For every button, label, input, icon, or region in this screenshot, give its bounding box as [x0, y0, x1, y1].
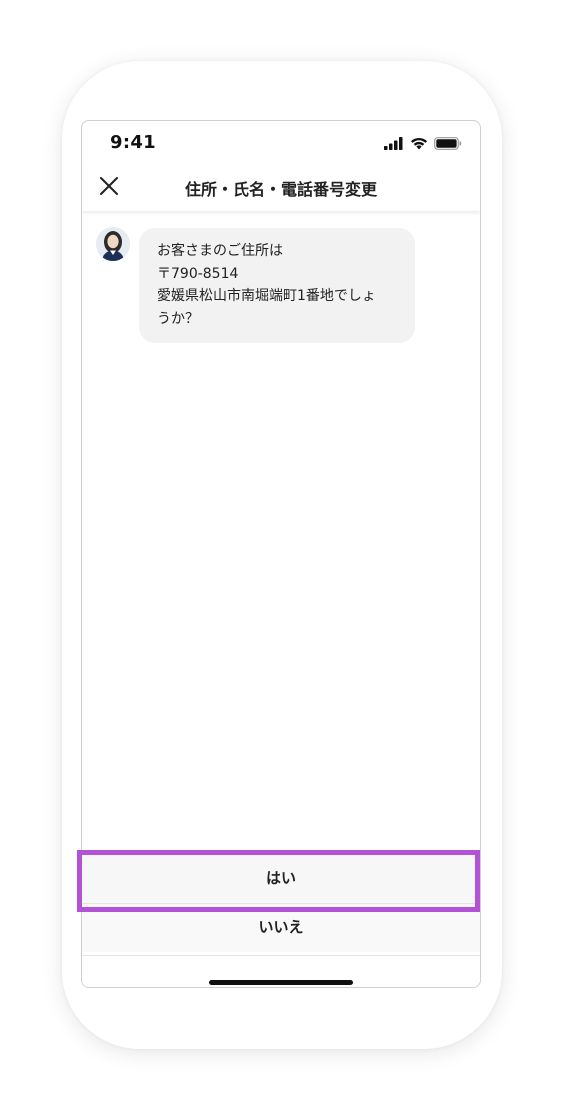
app-screen: 9:41 住所・氏名・電話番号変更 お客さまのご住所は 〒790-8514 愛媛…: [81, 120, 481, 988]
bottom-area: [82, 955, 480, 987]
cellular-signal-icon: [384, 135, 404, 154]
wifi-icon: [410, 135, 428, 154]
status-time: 9:41: [110, 132, 156, 153]
status-bar: 9:41: [82, 121, 480, 165]
message-line: 愛媛県松山市南堀端町1番地でしょ: [157, 288, 376, 304]
operator-avatar: [96, 227, 130, 261]
close-icon: [99, 176, 119, 200]
message-line: お客さまのご住所は: [157, 243, 283, 259]
home-indicator: [209, 980, 353, 985]
stage: 9:41 住所・氏名・電話番号変更 お客さまのご住所は 〒790-8514 愛媛…: [0, 0, 561, 1109]
close-button[interactable]: [94, 173, 124, 203]
battery-icon: [434, 135, 462, 154]
navigation-bar: 住所・氏名・電話番号変更: [82, 165, 480, 211]
answer-options: はい いいえ: [82, 851, 480, 952]
message-bubble: お客さまのご住所は 〒790-8514 愛媛県松山市南堀端町1番地でしょ うか？: [139, 228, 415, 343]
page-title: 住所・氏名・電話番号変更: [184, 180, 377, 199]
message-line: 〒790-8514: [157, 265, 239, 282]
yes-button[interactable]: はい: [82, 851, 480, 903]
message-line: うか？: [157, 310, 199, 327]
no-button[interactable]: いいえ: [82, 903, 480, 952]
status-icons: [384, 135, 462, 154]
